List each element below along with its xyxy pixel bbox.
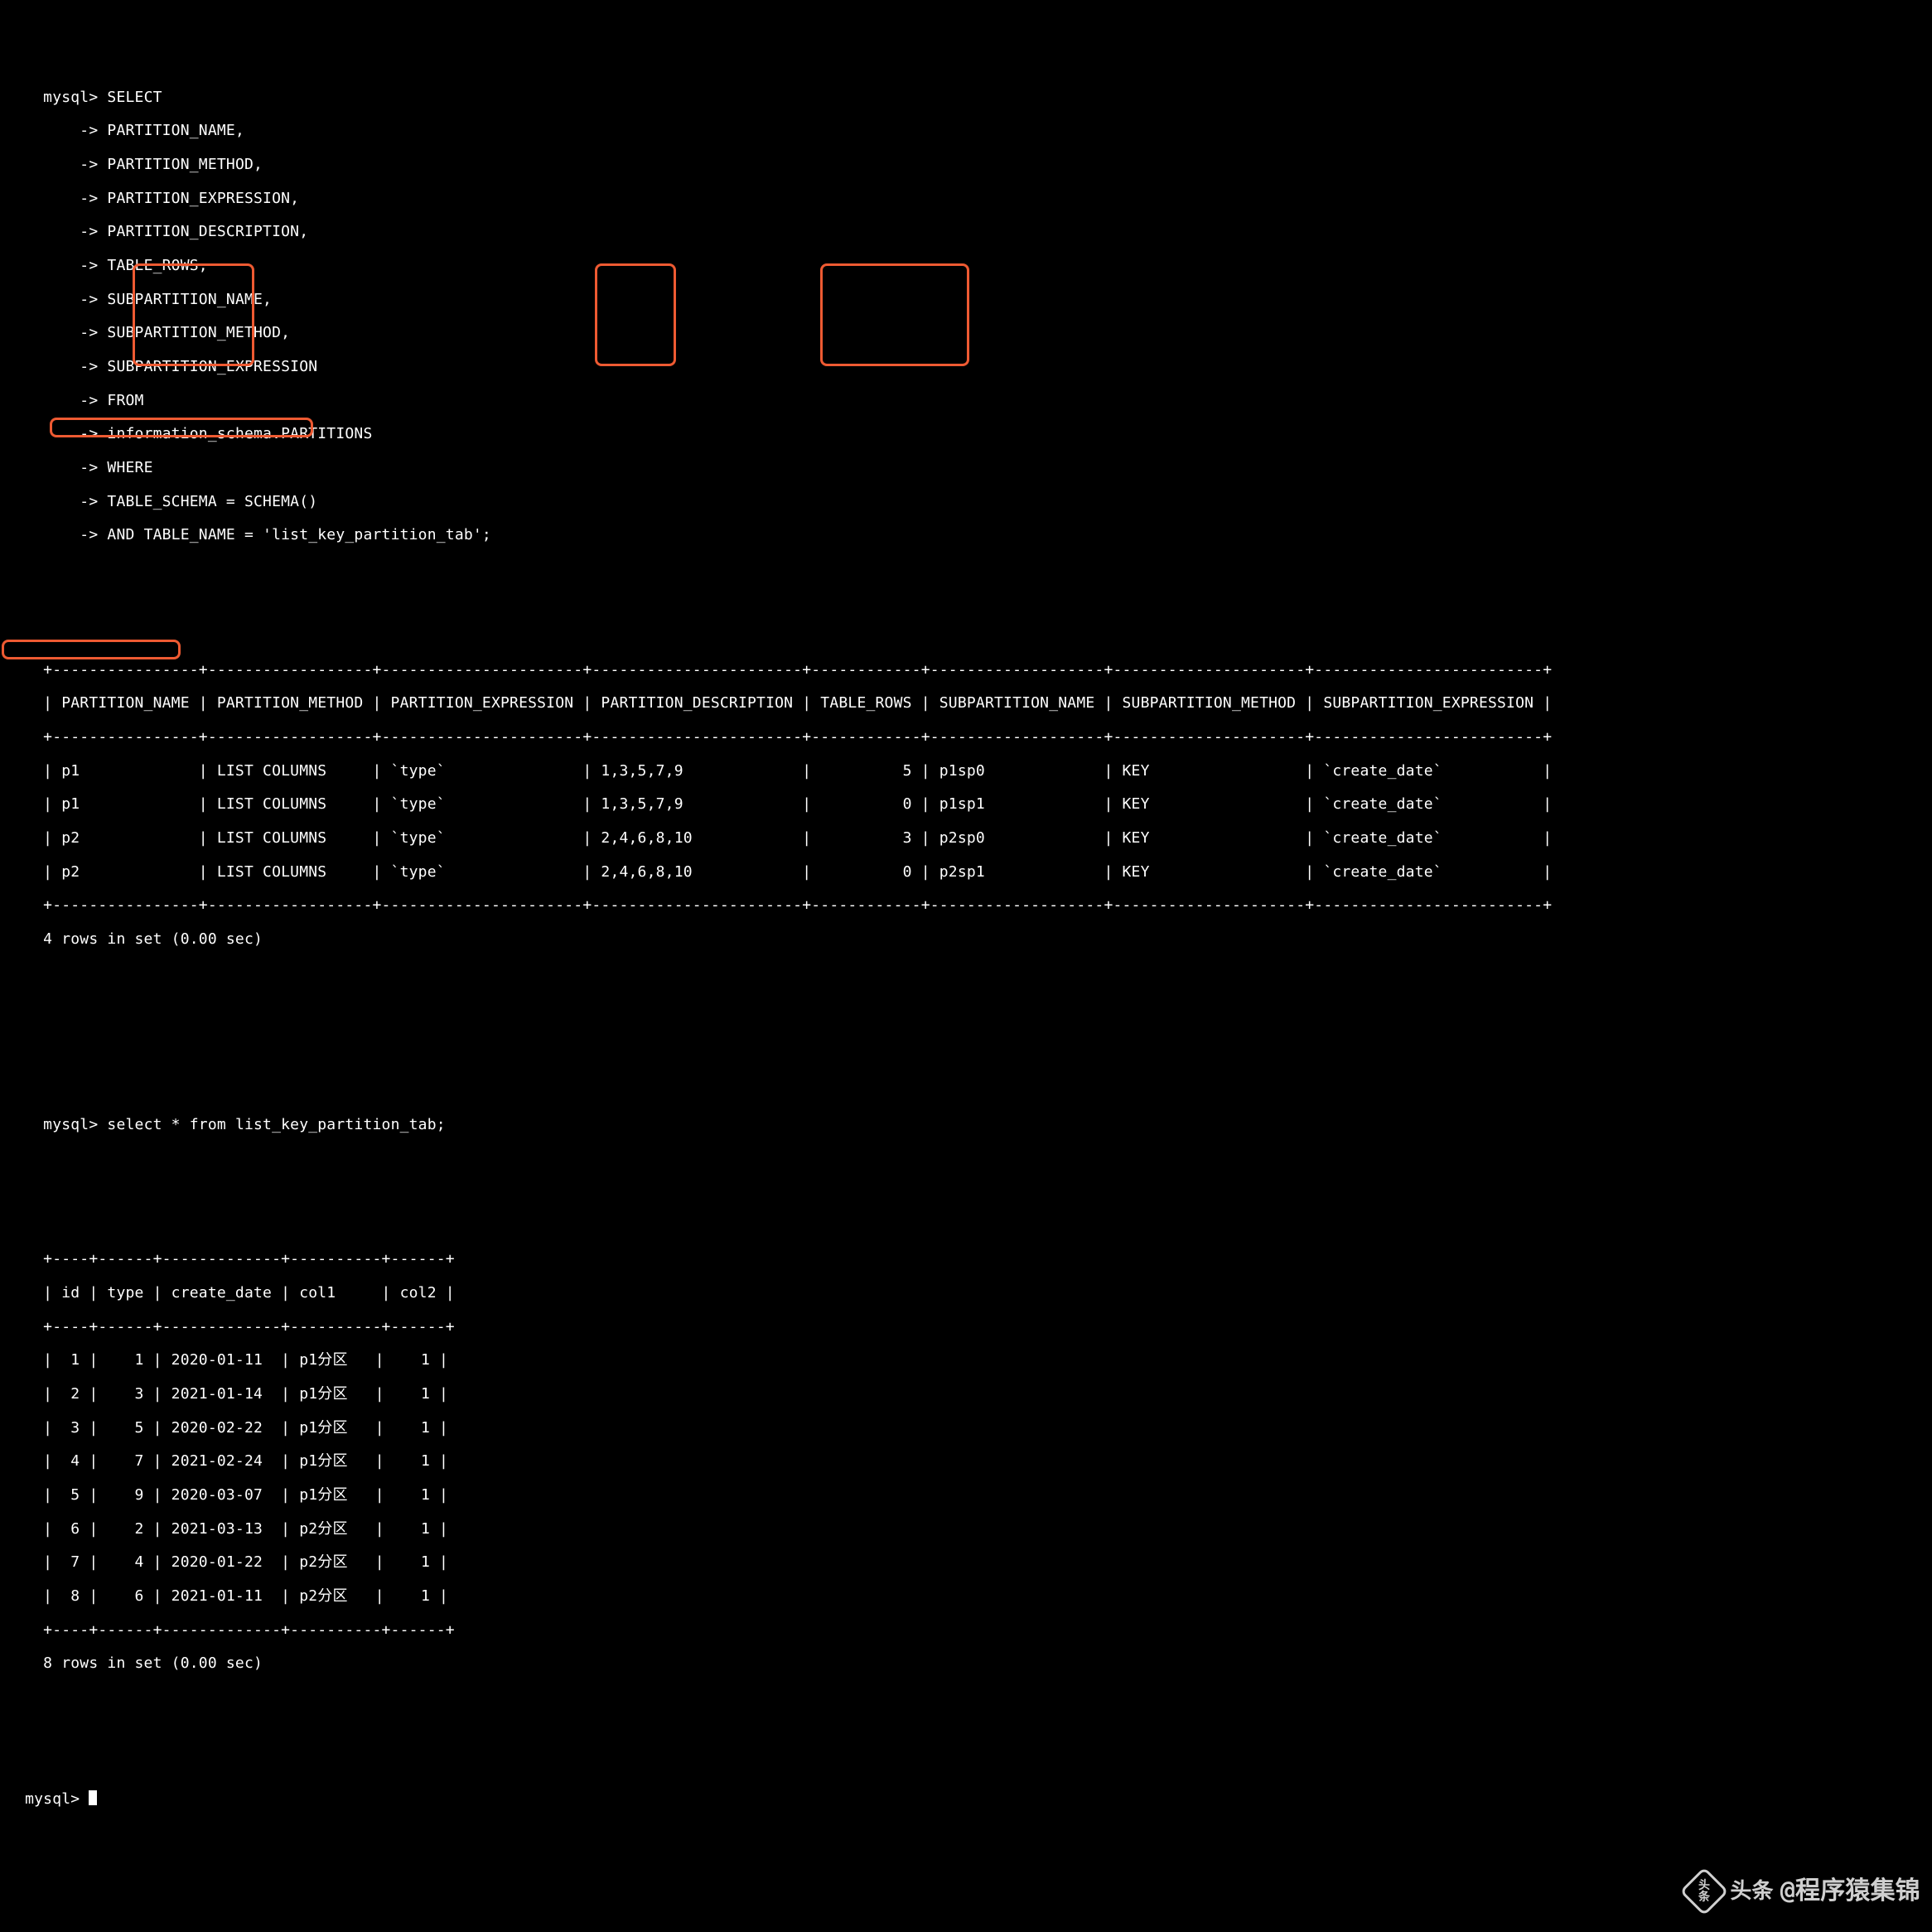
final-prompt[interactable]: mysql> (25, 1790, 97, 1808)
q1-line-2: -> PARTITION_METHOD, (43, 156, 263, 173)
t1-border-top: +----------------+------------------+---… (43, 661, 1552, 679)
q1-line-4: -> PARTITION_DESCRIPTION, (43, 223, 308, 240)
q1-line-1: -> PARTITION_NAME, (43, 122, 244, 139)
table1-block: +----------------+------------------+---… (7, 645, 1925, 982)
terminal[interactable]: mysql> SELECT -> PARTITION_NAME, -> PART… (0, 0, 1932, 1932)
table-row: | 6 | 2 | 2021-03-13 | p2分区 | 1 | (43, 1520, 448, 1538)
t2-header: | id | type | create_date | col1 | col2 … (43, 1284, 455, 1302)
t1-border-mid: +----------------+------------------+---… (43, 728, 1552, 746)
table-row: | 4 | 7 | 2021-02-24 | p1分区 | 1 | (43, 1452, 448, 1470)
t2-border-bot: +----+------+-------------+----------+--… (43, 1621, 455, 1639)
q1-line-7: -> SUBPARTITION_METHOD, (43, 324, 290, 341)
t2-border-mid: +----+------+-------------+----------+--… (43, 1318, 455, 1335)
t1-border-bot: +----------------+------------------+---… (43, 896, 1552, 914)
table-row: | 7 | 4 | 2020-01-22 | p2分区 | 1 | (43, 1553, 448, 1571)
q1-line-8: -> SUBPARTITION_EXPRESSION (43, 358, 317, 375)
q1-line-10: -> information_schema.PARTITIONS (43, 425, 372, 442)
table-row: | 3 | 5 | 2020-02-22 | p1分区 | 1 | (43, 1419, 448, 1437)
q2-line: mysql> select * from list_key_partition_… (43, 1116, 446, 1133)
q1-line-9: -> FROM (43, 392, 143, 409)
t1-header: | PARTITION_NAME | PARTITION_METHOD | PA… (43, 694, 1552, 712)
q1-line-6: -> SUBPARTITION_NAME, (43, 291, 272, 308)
table-row: | 8 | 6 | 2021-01-11 | p2分区 | 1 | (43, 1587, 448, 1605)
watermark-label2: @程序猿集锦 (1780, 1877, 1920, 1905)
q1-line-5: -> TABLE_ROWS, (43, 257, 208, 274)
watermark-label1: 头条 (1730, 1880, 1773, 1904)
table-row: | 5 | 9 | 2020-03-07 | p1分区 | 1 | (43, 1486, 448, 1504)
table-row: | p2 | LIST COLUMNS | `type` | 2,4,6,8,1… (43, 829, 1552, 847)
q1-line-12: -> TABLE_SCHEMA = SCHEMA() (43, 493, 317, 510)
watermark: 头条 头条 @程序猿集锦 (1687, 1874, 1920, 1909)
t2-footer: 8 rows in set (0.00 sec) (43, 1654, 263, 1672)
table2-block: +----+------+-------------+----------+--… (7, 1234, 1925, 1706)
query2-block: mysql> select * from list_key_partition_… (7, 1099, 1925, 1166)
t1-footer: 4 rows in set (0.00 sec) (43, 930, 263, 948)
q1-line-13: -> AND TABLE_NAME = 'list_key_partition_… (43, 526, 491, 543)
q1-line-0: mysql> SELECT (43, 89, 162, 106)
q1-line-11: -> WHERE (43, 459, 152, 476)
t2-border-top: +----+------+-------------+----------+--… (43, 1250, 455, 1268)
cursor-icon (89, 1790, 97, 1805)
q1-line-3: -> PARTITION_EXPRESSION, (43, 190, 299, 207)
table-row: | p2 | LIST COLUMNS | `type` | 2,4,6,8,1… (43, 863, 1552, 881)
watermark-logo-icon: 头条 (1680, 1867, 1729, 1916)
table-row: | 1 | 1 | 2020-01-11 | p1分区 | 1 | (43, 1351, 448, 1369)
table-row: | p1 | LIST COLUMNS | `type` | 1,3,5,7,9… (43, 762, 1552, 780)
table-row: | p1 | LIST COLUMNS | `type` | 1,3,5,7,9… (43, 795, 1552, 813)
table-row: | 2 | 3 | 2021-01-14 | p1分区 | 1 | (43, 1385, 448, 1403)
query1-block: mysql> SELECT -> PARTITION_NAME, -> PART… (7, 72, 1925, 577)
